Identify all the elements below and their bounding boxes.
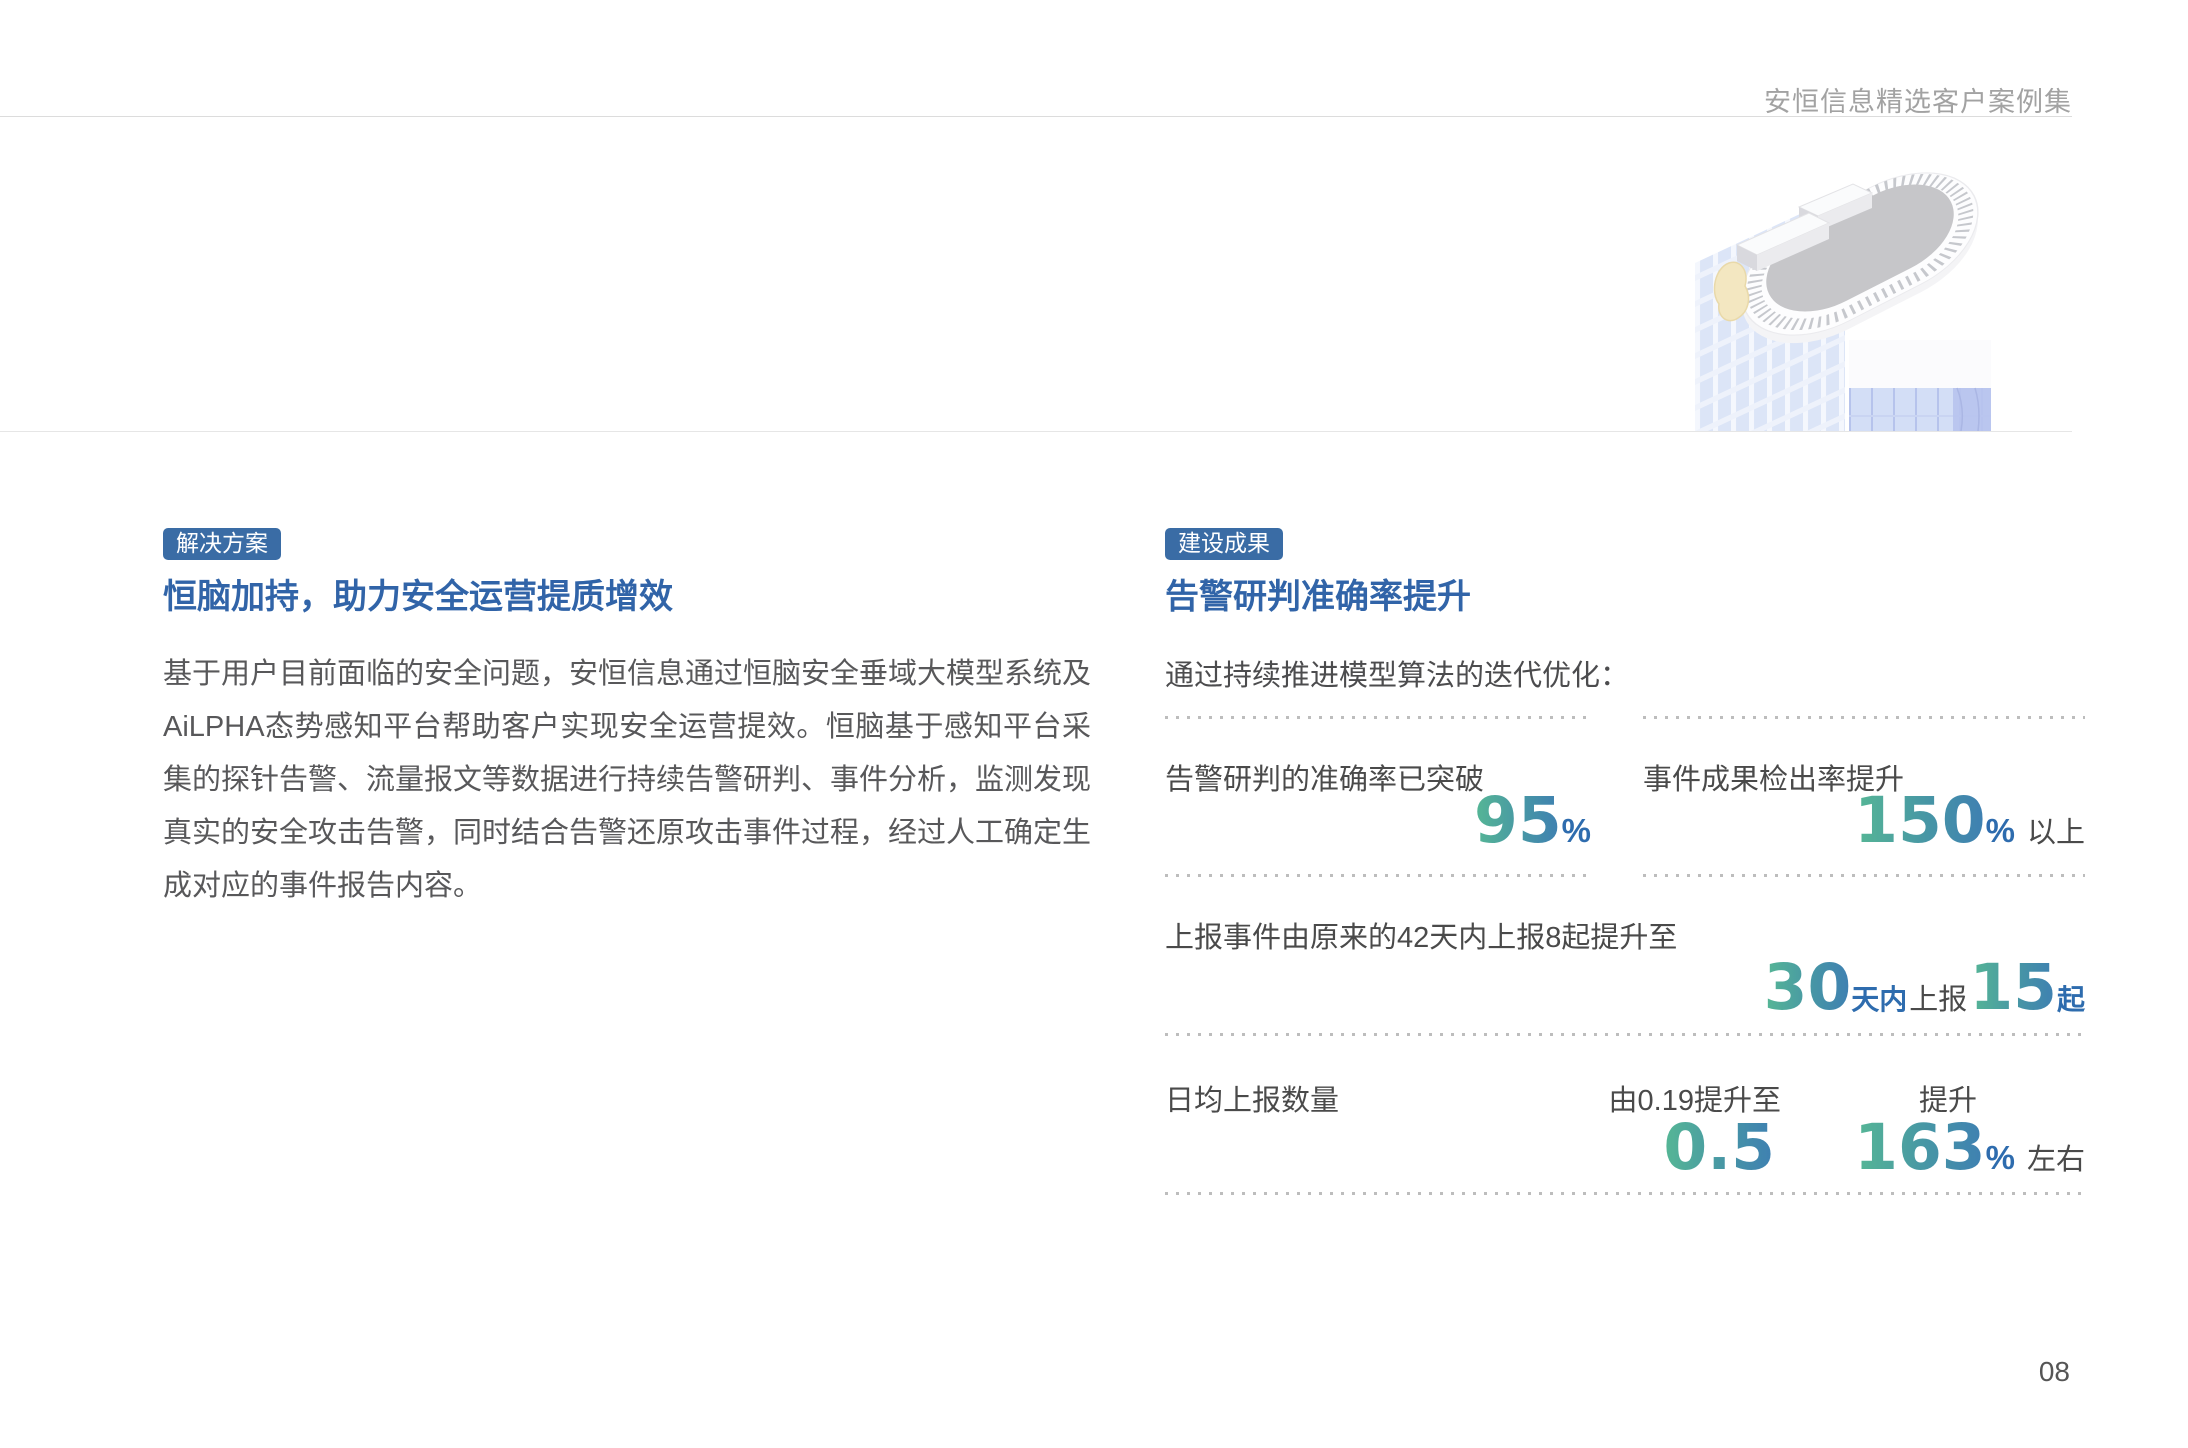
stat2-value: 150% 以上 [1643,786,2085,855]
stat1-value: 95% [1165,786,1591,855]
stat2-unit: % [1986,812,2015,849]
stat1-unit: % [1562,812,1591,849]
page-number: 08 [2039,1356,2070,1388]
solution-title: 恒脑加持，助力安全运营提质增效 [163,577,673,618]
stat4-value2: 163% 左右 [1165,1113,2085,1182]
results-intro: 通过持续推进模型算法的迭代优化： [1165,652,1629,694]
stat4-number2: 163 [1854,1111,1986,1184]
results-section: 建设成果 告警研判准确率提升 通过持续推进模型算法的迭代优化： 告警研判的准确率… [1165,0,2085,1448]
stat2-suffix: 以上 [2027,817,2085,849]
dotted-divider [1643,716,2085,719]
dotted-divider [1165,716,1591,719]
stat4-suffix2: 左右 [2027,1144,2085,1176]
dotted-divider [1643,874,2085,877]
dotted-divider [1165,1192,2085,1195]
solution-badge: 解决方案 [163,528,281,560]
stat4-unit2: % [1986,1139,2015,1176]
stat2-number: 150 [1854,784,1986,857]
dotted-divider [1165,874,1591,877]
stat3-number2: 15 [1969,951,2057,1024]
stat3-mid: 上报 [1909,984,1967,1016]
solution-body: 基于用户目前面临的安全问题，安恒信息通过恒脑安全垂域大模型系统及AiLPHA态势… [163,648,1091,913]
solution-section: 解决方案 恒脑加持，助力安全运营提质增效 基于用户目前面临的安全问题，安恒信息通… [163,0,1091,1448]
stat3-label: 上报事件由原来的42天内上报8起提升至 [1165,914,1677,956]
stat1-number: 95 [1474,784,1562,857]
dotted-divider [1165,1033,2085,1036]
results-badge: 建设成果 [1165,528,1283,560]
stat3-value: 30天内上报15起 [1165,953,2085,1022]
results-title: 告警研判准确率提升 [1165,577,1471,618]
stat3-number1: 30 [1764,951,1852,1024]
stat3-unit1: 天内 [1851,984,1907,1015]
stat3-unit2: 起 [2057,984,2085,1015]
